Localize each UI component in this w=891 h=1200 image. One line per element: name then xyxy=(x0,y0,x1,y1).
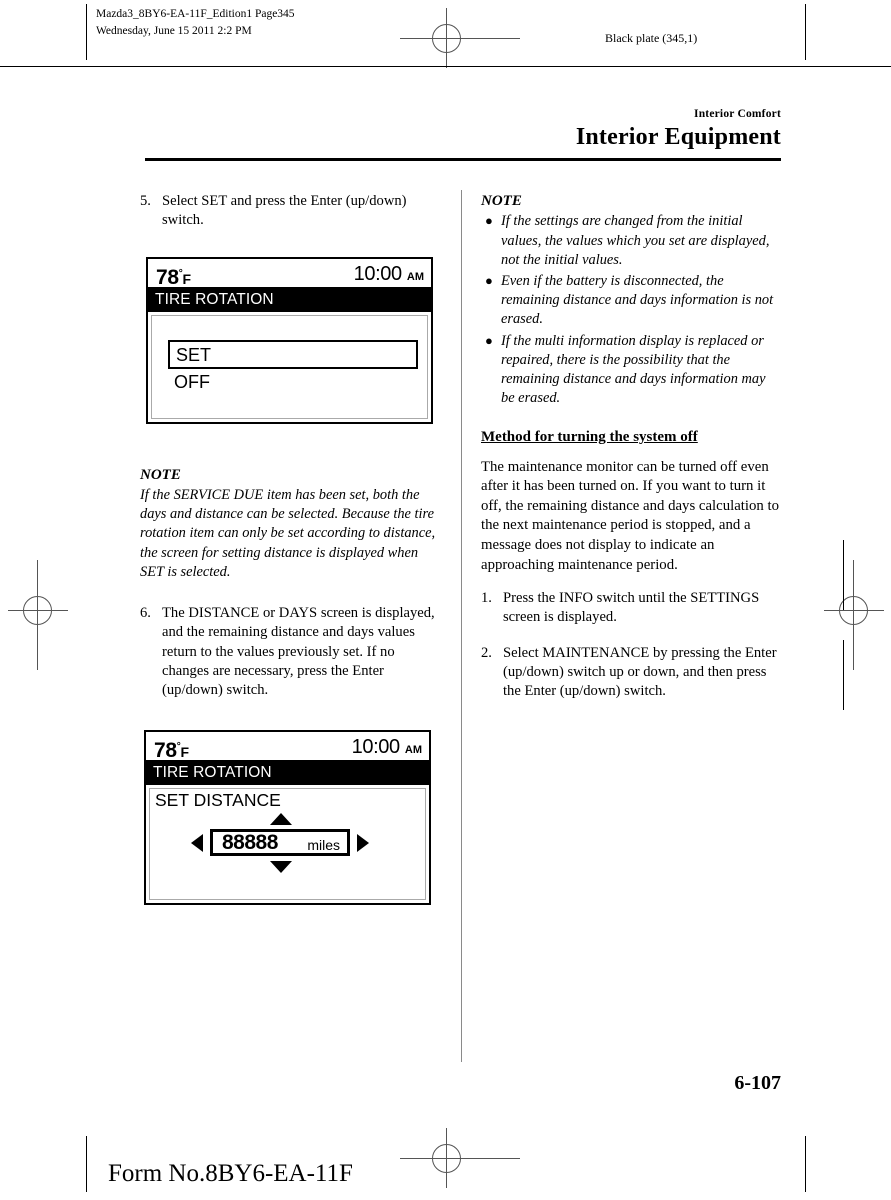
trim-mark-top-left xyxy=(86,4,87,60)
temperature-unit: F xyxy=(182,270,191,287)
clock-ampm: AM xyxy=(404,744,422,757)
step-item-5: 5. Select SET and press the Enter (up/do… xyxy=(140,192,440,231)
mid-content-area: SET DISTANCE 88888 miles xyxy=(149,788,426,901)
document-date-line: Wednesday, June 15 2011 2:2 PM xyxy=(96,25,252,37)
note-bullet-list: ● If the settings are changed from the in… xyxy=(481,212,781,408)
list-item-text: If the multi information display is repl… xyxy=(501,332,766,407)
list-item: ● If the multi information display is rep… xyxy=(481,332,781,409)
registration-mark-left xyxy=(8,560,68,670)
black-plate-label: Black plate (345,1) xyxy=(605,31,698,45)
form-number: Form No.8BY6-EA-11F xyxy=(108,1160,353,1187)
right-arrow-icon[interactable] xyxy=(357,834,369,853)
trim-mark-top-right xyxy=(805,4,806,60)
mid-clock: 10:00 AM xyxy=(352,735,422,762)
step-number: 5. xyxy=(140,193,151,209)
step-text: Select SET and press the Enter (up/down)… xyxy=(162,193,407,229)
note-heading: NOTE xyxy=(140,466,181,483)
registration-mark-bottom xyxy=(400,1128,520,1188)
mid-status-bar: 78°F 10:00 AM xyxy=(148,258,431,289)
mid-temperature: 78°F xyxy=(156,261,191,292)
bullet-icon: ● xyxy=(485,213,493,229)
list-item: ● If the settings are changed from the in… xyxy=(481,212,781,270)
trim-mark-bottom-right xyxy=(805,1136,806,1192)
menu-option-set[interactable]: SET xyxy=(168,339,418,369)
step-text: Select MAINTENANCE by pressing the Enter… xyxy=(503,644,777,700)
step-item-2: 2. Select MAINTENANCE by pressing the En… xyxy=(481,644,781,702)
step-number: 6. xyxy=(140,604,151,621)
left-note-block: NOTE If the SERVICE DUE item has been se… xyxy=(140,466,440,582)
up-arrow-icon[interactable] xyxy=(270,813,292,826)
method-section: Method for turning the system off The ma… xyxy=(481,422,781,575)
temperature-value: 78 xyxy=(154,739,177,763)
step-text: Press the INFO switch until the SETTINGS… xyxy=(503,590,760,626)
page-number: 6-107 xyxy=(734,1072,781,1094)
temperature-unit: F xyxy=(180,744,189,761)
temperature-value: 78 xyxy=(156,265,179,289)
method-subheading: Method for turning the system off xyxy=(481,429,698,446)
manual-page: Mazda3_8BY6-EA-11F_Edition1 Page345 Wedn… xyxy=(0,0,891,1200)
list-item-text: If the settings are changed from the ini… xyxy=(501,213,770,268)
mid-display-screen-1: 78°F 10:00 AM TIRE ROTATION SET OFF xyxy=(146,256,433,424)
mid-status-bar: 78°F 10:00 AM xyxy=(146,732,429,762)
menu-option-off[interactable]: OFF xyxy=(174,370,210,394)
clock-time: 10:00 xyxy=(351,736,400,759)
registration-mark-right xyxy=(824,560,884,670)
page-title: Interior Equipment xyxy=(575,124,781,150)
document-id-line: Mazda3_8BY6-EA-11F_Edition1 Page345 xyxy=(96,8,295,20)
mid-temperature: 78°F xyxy=(154,734,189,765)
mid-clock: 10:00 AM xyxy=(354,262,424,289)
trim-mark-mid-right xyxy=(843,640,844,710)
trim-mark-bottom-left xyxy=(86,1136,87,1192)
method-paragraph: The maintenance monitor can be turned of… xyxy=(481,458,780,573)
note-body: If the SERVICE DUE item has been set, bo… xyxy=(140,486,436,580)
document-meta: Mazda3_8BY6-EA-11F_Edition1 Page345 Wedn… xyxy=(96,6,295,40)
trim-mark-mid-left xyxy=(843,540,844,610)
bullet-icon: ● xyxy=(485,272,493,288)
distance-value-field[interactable]: 88888 miles xyxy=(210,829,350,857)
distance-unit: miles xyxy=(307,837,340,854)
list-item: ● Even if the battery is disconnected, th… xyxy=(481,272,781,330)
menu-option-off-label: OFF xyxy=(174,371,210,392)
header-rule xyxy=(0,66,891,67)
step-number: 2. xyxy=(481,644,492,661)
mid-content-area: SET OFF xyxy=(151,314,428,419)
column-divider xyxy=(461,190,462,1062)
step-item-1: 1. Press the INFO switch until the SETTI… xyxy=(481,589,781,628)
step-item-6: 6. The DISTANCE or DAYS screen is displa… xyxy=(140,604,440,700)
left-column: 5. Select SET and press the Enter (up/do… xyxy=(140,192,440,906)
menu-option-set-label: SET xyxy=(176,344,212,365)
step-text: The DISTANCE or DAYS screen is displayed… xyxy=(162,604,435,699)
down-arrow-icon[interactable] xyxy=(270,861,292,874)
registration-mark-top xyxy=(400,8,520,68)
set-distance-label: SET DISTANCE xyxy=(155,790,281,811)
clock-ampm: AM xyxy=(406,270,424,283)
section-eyebrow: Interior Comfort xyxy=(694,108,781,120)
distance-value: 88888 xyxy=(222,831,278,855)
mid-display-screen-2: 78°F 10:00 AM TIRE ROTATION SET DISTANCE… xyxy=(144,730,431,906)
title-rule xyxy=(145,158,781,161)
clock-time: 10:00 xyxy=(353,262,402,285)
right-column: NOTE ● If the settings are changed from t… xyxy=(481,192,781,716)
left-arrow-icon[interactable] xyxy=(191,834,203,853)
bullet-icon: ● xyxy=(485,332,493,348)
right-note-block: NOTE ● If the settings are changed from t… xyxy=(481,192,781,408)
note-heading: NOTE xyxy=(481,193,522,209)
step-number: 1. xyxy=(481,590,492,607)
list-item-text: Even if the battery is disconnected, the… xyxy=(501,272,774,328)
